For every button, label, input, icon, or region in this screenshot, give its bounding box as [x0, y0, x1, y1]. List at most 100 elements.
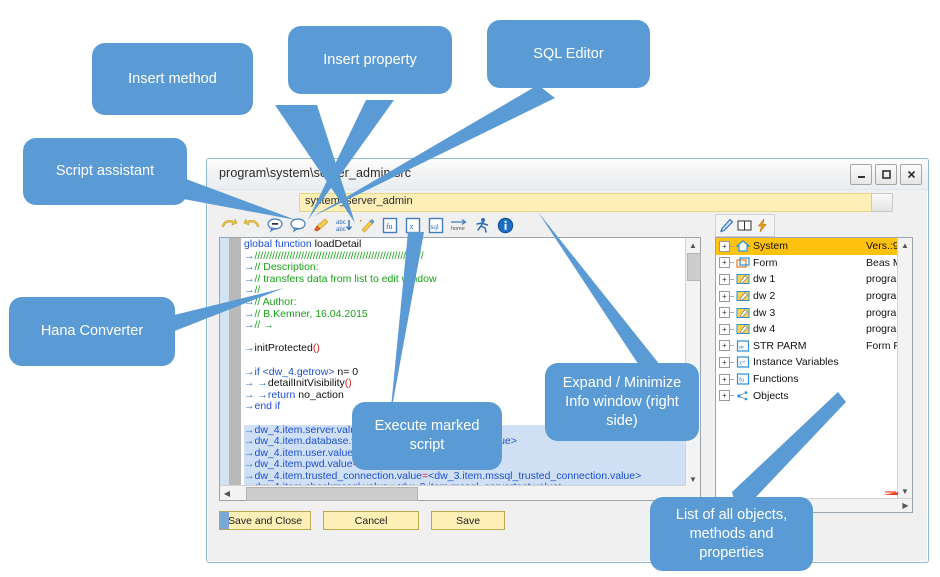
callout-insert-property-label: Insert property [323, 51, 417, 70]
tree-row-label: System [753, 240, 788, 252]
dialog-buttons: Save and Close Cancel Save [219, 511, 505, 530]
tree-row[interactable]: +FormBeas Manage [716, 255, 898, 272]
svg-text:fu: fu [739, 377, 744, 384]
tree-row-label: Functions [753, 373, 799, 385]
functions-icon: fu [735, 373, 750, 386]
code-token: → [244, 273, 255, 285]
editor-vscroll-thumb[interactable] [687, 253, 701, 281]
tree-row[interactable]: +dw 2program\syste [716, 288, 898, 305]
callout-expand-minimize: Expand / Minimize Info window (right sid… [545, 363, 699, 441]
tree-row-label: dw 3 [753, 307, 775, 319]
tree-connector [730, 262, 734, 263]
tree-row[interactable]: +SystemVers.:9.3-001- [716, 238, 898, 255]
expand-plus-icon[interactable]: + [719, 257, 730, 268]
book-icon[interactable] [736, 218, 752, 234]
editor-horizontal-scrollbar[interactable]: ◀ [220, 485, 686, 500]
tree-connector [730, 362, 734, 363]
expand-plus-icon[interactable]: + [719, 324, 730, 335]
tree-connector [730, 312, 734, 313]
expand-plus-icon[interactable]: + [719, 274, 730, 285]
tree-vertical-scrollbar[interactable]: ▲ ▼ [897, 238, 912, 512]
tree-connector [730, 296, 734, 297]
tree-scroll-right-icon[interactable]: ▶ [899, 499, 912, 512]
scroll-left-icon[interactable]: ◀ [220, 486, 234, 500]
code-token: → [244, 400, 255, 412]
tree-row-label: STR PARM [753, 340, 806, 352]
scroll-down-icon[interactable]: ▼ [686, 472, 700, 486]
tree-row[interactable]: +dw 1program\syste [716, 271, 898, 288]
script-name-dropdown-button[interactable] [871, 193, 893, 212]
tree-row[interactable]: +strSTR PARMForm Paramet [716, 338, 898, 355]
callout-execute-marked-script-label: Execute marked script [362, 417, 492, 455]
callout-script-assistant-label: Script assistant [56, 162, 154, 181]
callout-execute-marked-script: Execute marked script [352, 402, 502, 470]
home-icon [735, 240, 750, 253]
expand-plus-icon[interactable]: + [719, 291, 730, 302]
code-token: → [244, 435, 255, 447]
expand-plus-icon[interactable]: + [719, 374, 730, 385]
callout-expand-minimize-label: Expand / Minimize Info window (right sid… [555, 374, 689, 431]
tree-row[interactable]: +dw 3program\syste [716, 304, 898, 321]
code-token: <dw_4.getrow> [263, 366, 335, 378]
save-and-close-button[interactable]: Save and Close [219, 511, 311, 530]
tree-row-label: Form [753, 257, 778, 269]
tree-row[interactable]: + x= Instance Variables [716, 354, 898, 371]
expand-plus-icon[interactable]: + [719, 340, 730, 351]
str-icon: str [735, 339, 750, 352]
tail-sql-editor [300, 85, 560, 225]
datawindow-icon [735, 273, 750, 286]
datawindow-icon [735, 306, 750, 319]
code-token: → → [244, 389, 268, 401]
expand-plus-icon[interactable]: + [719, 241, 730, 252]
expand-plus-icon[interactable]: + [719, 307, 730, 318]
code-token: end if [255, 400, 281, 412]
callout-sql-editor-label: SQL Editor [533, 45, 603, 64]
code-token: → [244, 250, 255, 262]
editor-hscroll-thumb[interactable] [246, 487, 418, 501]
minimize-button[interactable] [850, 164, 872, 185]
tree-row[interactable]: +dw 4program\syste [716, 321, 898, 338]
screenshot-root: program\system\server_admin.src system_s… [0, 0, 940, 577]
svg-text:x=: x= [739, 361, 746, 367]
code-token: initProtected [255, 342, 313, 354]
tree-row-label: dw 2 [753, 290, 775, 302]
tree-connector [730, 279, 734, 280]
maximize-button[interactable] [875, 164, 897, 185]
code-token: → [244, 261, 255, 273]
expand-plus-icon[interactable]: + [719, 390, 730, 401]
tree-connector [730, 345, 734, 346]
svg-text:str: str [739, 345, 744, 350]
code-token: () [313, 342, 320, 354]
code-token: → [244, 366, 255, 378]
datawindow-icon [735, 323, 750, 336]
save-button[interactable]: Save [431, 511, 505, 530]
editor-gutter [229, 238, 241, 500]
editor-vertical-scrollbar[interactable]: ▲ ▼ [685, 238, 700, 486]
tail-execute-marked-script [350, 232, 440, 422]
tree-row-label: Instance Variables [753, 356, 839, 368]
cancel-button[interactable]: Cancel [323, 511, 419, 530]
lightning-icon[interactable] [754, 218, 770, 234]
tree-connector [730, 379, 734, 380]
datawindow-icon [735, 290, 750, 303]
callout-hana-converter-label: Hana Converter [41, 322, 143, 341]
edit-pencil-icon[interactable] [718, 218, 734, 234]
close-button[interactable] [900, 164, 922, 185]
code-token: // Description: [255, 261, 322, 273]
save-label: Save [456, 515, 480, 527]
code-token: no_action [298, 389, 344, 401]
tree-scroll-down-icon[interactable]: ▼ [898, 484, 912, 498]
object-tree-rows: +SystemVers.:9.3-001-+FormBeas Manage+dw… [716, 238, 898, 404]
scroll-up-icon[interactable]: ▲ [686, 238, 700, 252]
expand-plus-icon[interactable]: + [719, 357, 730, 368]
tree-row[interactable]: + fu Functions [716, 371, 898, 388]
code-token: → [244, 458, 255, 470]
form-icon [735, 256, 750, 269]
resize-grip-icon[interactable] [882, 484, 900, 502]
tree-connector [730, 329, 734, 330]
tree-scroll-up-icon[interactable]: ▲ [898, 238, 912, 252]
callout-hana-converter: Hana Converter [9, 297, 175, 366]
code-token: dw_4.item.server.value [255, 424, 362, 436]
tree-row-label: dw 4 [753, 323, 775, 335]
cancel-label: Cancel [355, 515, 388, 527]
